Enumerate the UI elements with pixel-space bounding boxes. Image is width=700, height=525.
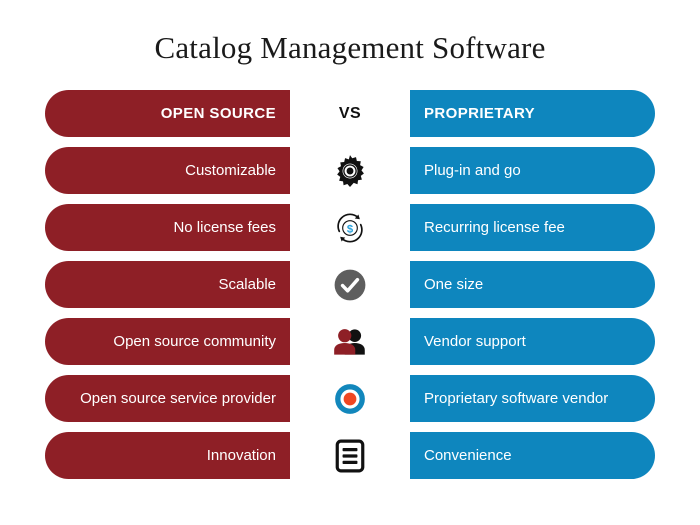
- row-bar-right: Plug-in and go: [410, 147, 655, 194]
- row-bar-left: No license fees: [45, 204, 290, 251]
- header-center-vs: VS: [290, 90, 410, 137]
- table-row: No license fees $ Recurring license fee: [0, 204, 700, 251]
- row-bar-right: Recurring license fee: [410, 204, 655, 251]
- table-header-row: OPEN SOURCE VS PROPRIETARY: [0, 90, 700, 137]
- row-bar-right: Vendor support: [410, 318, 655, 365]
- row-bar-right: Proprietary software vendor: [410, 375, 655, 422]
- row-label-left: Innovation: [206, 446, 276, 464]
- gear-icon: [330, 151, 370, 191]
- row-label-left: No license fees: [173, 218, 276, 236]
- row-label-left: Scalable: [218, 275, 276, 293]
- row-center-icon: $: [290, 204, 410, 251]
- target-icon: [330, 379, 370, 419]
- row-center-icon: [290, 318, 410, 365]
- table-row: Innovation Convenience: [0, 432, 700, 479]
- comparison-table: OPEN SOURCE VS PROPRIETARY Customizable: [0, 90, 700, 489]
- row-center-icon: [290, 261, 410, 308]
- table-row: Open source service provider Proprietary…: [0, 375, 700, 422]
- header-bar-proprietary: PROPRIETARY: [410, 90, 655, 137]
- row-bar-right: One size: [410, 261, 655, 308]
- page-title: Catalog Management Software: [154, 30, 546, 65]
- header-label-proprietary: PROPRIETARY: [424, 104, 536, 122]
- header-bar-open-source: OPEN SOURCE: [45, 90, 290, 137]
- row-label-left: Customizable: [185, 161, 276, 179]
- check-circle-icon: [330, 265, 370, 305]
- table-row: Customizable Plug-in and go: [0, 147, 700, 194]
- svg-text:$: $: [347, 223, 354, 235]
- row-label-right: Recurring license fee: [424, 218, 565, 236]
- row-label-left: Open source service provider: [80, 389, 276, 407]
- row-bar-left: Innovation: [45, 432, 290, 479]
- document-list-icon: [330, 436, 370, 476]
- row-label-right: Plug-in and go: [424, 161, 521, 179]
- table-row: Scalable One size: [0, 261, 700, 308]
- row-bar-left: Open source community: [45, 318, 290, 365]
- vs-label: VS: [338, 104, 362, 122]
- users-icon: [330, 322, 370, 362]
- row-bar-left: Scalable: [45, 261, 290, 308]
- row-label-right: One size: [424, 275, 484, 293]
- row-label-left: Open source community: [113, 332, 276, 350]
- row-label-right: Vendor support: [424, 332, 526, 350]
- header-label-open-source: OPEN SOURCE: [160, 104, 276, 122]
- row-bar-left: Customizable: [45, 147, 290, 194]
- row-bar-right: Convenience: [410, 432, 655, 479]
- table-row: Open source community Vendor support: [0, 318, 700, 365]
- recurring-dollar-icon: $: [330, 208, 370, 248]
- row-center-icon: [290, 432, 410, 479]
- row-label-right: Proprietary software vendor: [424, 389, 609, 407]
- row-center-icon: [290, 147, 410, 194]
- row-center-icon: [290, 375, 410, 422]
- row-bar-left: Open source service provider: [45, 375, 290, 422]
- row-label-right: Convenience: [424, 446, 512, 464]
